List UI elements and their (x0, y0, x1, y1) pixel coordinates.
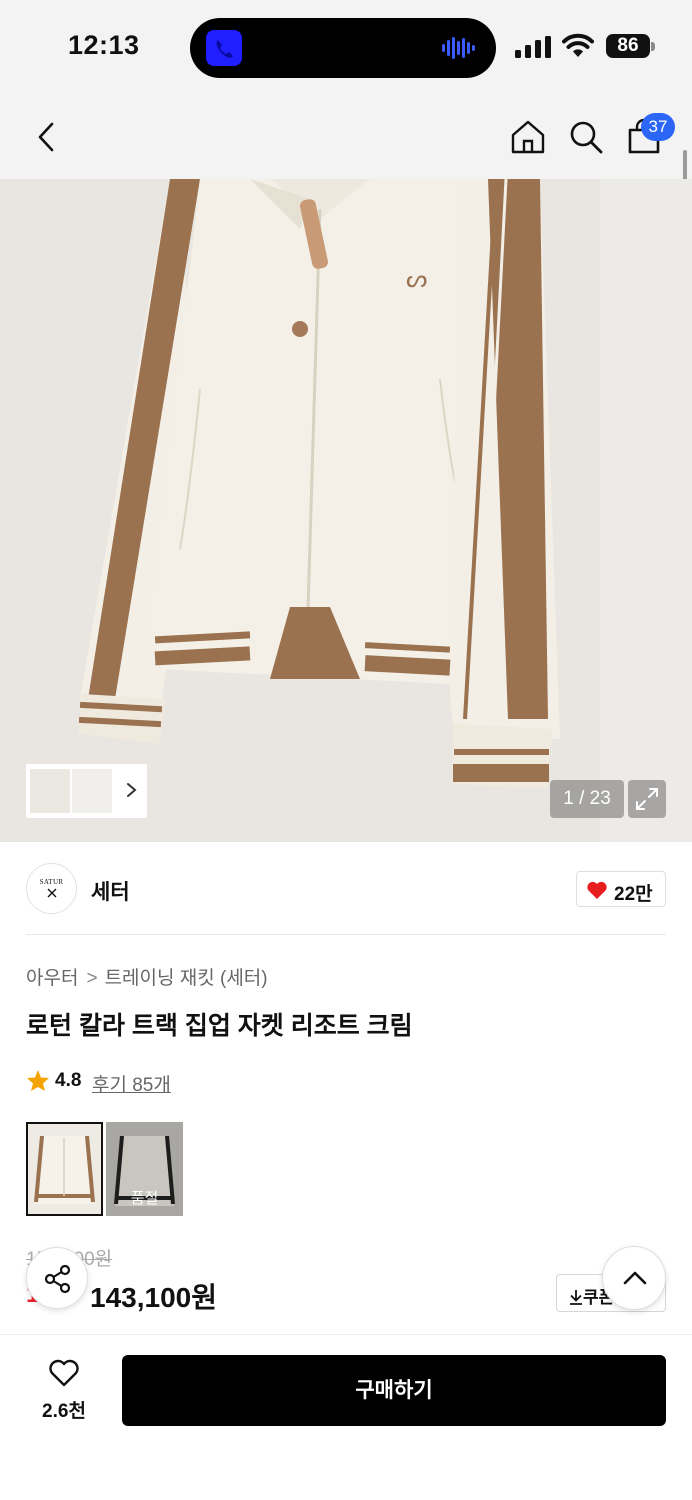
divider (26, 934, 666, 935)
share-button[interactable] (26, 1247, 88, 1309)
wifi-icon (562, 33, 594, 57)
chevron-right-icon[interactable] (124, 776, 140, 804)
home-icon[interactable] (509, 118, 547, 156)
svg-text:ᔕ: ᔕ (406, 265, 427, 293)
cart-count-badge: 37 (641, 113, 675, 141)
buy-button[interactable]: 구매하기 (122, 1355, 666, 1426)
sale-price: 143,100원 (90, 1282, 217, 1313)
rating-score: 4.8 (55, 1070, 82, 1091)
download-icon (570, 1290, 582, 1305)
brand-emblem-icon (47, 888, 57, 898)
product-photo: ᔕ (0, 179, 692, 842)
brand-like-count: 22만 (614, 884, 653, 905)
star-icon (27, 1070, 49, 1091)
back-arrow-icon[interactable] (34, 120, 58, 154)
review-count-link[interactable]: 후기 85개 (92, 1070, 171, 1097)
breadcrumb: 아우터 > 트레이닝 재킷 (세터) (26, 963, 268, 990)
product-image-gallery[interactable]: ᔕ (0, 179, 692, 842)
heart-outline-icon (49, 1359, 79, 1387)
heart-filled-icon (587, 881, 607, 899)
image-counter: 1 / 23 (550, 780, 624, 818)
battery-indicator: 86 (606, 34, 650, 58)
swatch-image (28, 1124, 101, 1214)
breadcrumb-category[interactable]: 아우터 (26, 968, 78, 989)
product-title: 로턴 칼라 트랙 집업 자켓 리조트 크림 (26, 1012, 413, 1040)
audio-wave-icon (442, 37, 475, 59)
gallery-thumbnail[interactable] (72, 769, 112, 813)
battery-tip (651, 42, 655, 51)
dynamic-island[interactable] (190, 18, 496, 78)
breadcrumb-separator-icon: > (86, 968, 98, 989)
wishlist-count: 2.6천 (42, 1401, 86, 1422)
gallery-thumbnail[interactable] (30, 769, 70, 813)
search-icon[interactable] (567, 118, 605, 156)
brand-logo-text: SATUR (39, 878, 64, 886)
color-swatch-selected[interactable] (26, 1122, 103, 1216)
brand-like-button[interactable]: 22만 (576, 871, 666, 907)
expand-icon (636, 788, 658, 810)
share-icon (44, 1264, 71, 1294)
status-time: 12:13 (68, 30, 140, 60)
cellular-signal-icon (515, 36, 551, 58)
status-bar: 12:13 86 (0, 0, 692, 95)
gallery-thumbnail-strip[interactable] (26, 764, 147, 818)
color-swatch-soldout[interactable]: 품절 (106, 1122, 183, 1216)
brand-logo[interactable]: SATUR (26, 863, 77, 914)
wishlist-button[interactable]: 2.6천 (26, 1356, 102, 1424)
phone-call-icon (206, 30, 242, 66)
chevron-up-icon (623, 1271, 647, 1285)
scroll-to-top-button[interactable] (602, 1246, 666, 1310)
soldout-label: 품절 (130, 1190, 159, 1207)
brand-name[interactable]: 세터 (91, 876, 130, 906)
breadcrumb-subcategory[interactable]: 트레이닝 재킷 (세터) (105, 968, 268, 989)
expand-button[interactable] (628, 780, 666, 818)
